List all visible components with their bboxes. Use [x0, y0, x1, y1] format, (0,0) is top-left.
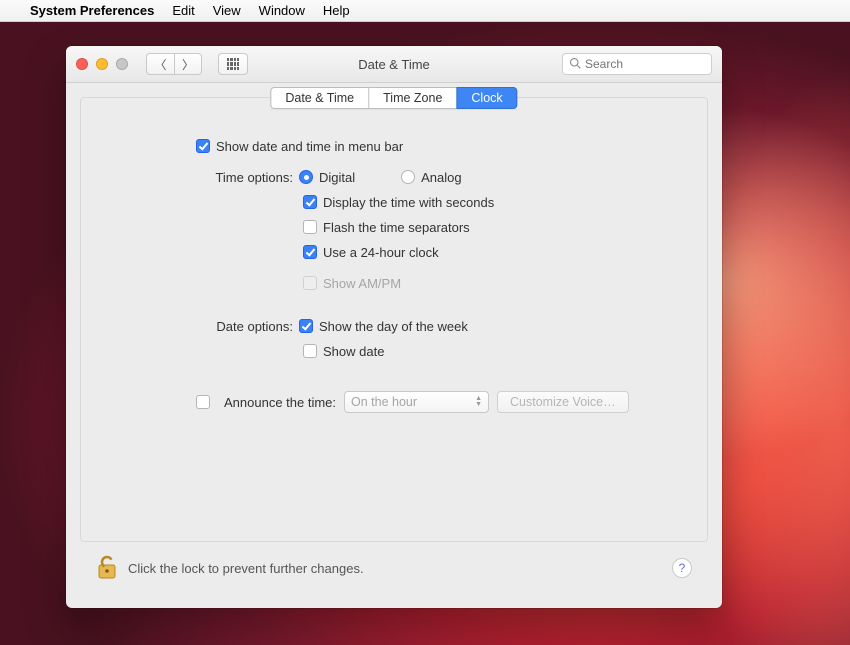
- grid-icon: [227, 58, 239, 70]
- tab-time-zone[interactable]: Time Zone: [369, 87, 456, 109]
- flash-separators-label: Flash the time separators: [323, 220, 470, 235]
- lock-icon[interactable]: [96, 553, 118, 584]
- minimize-button[interactable]: [96, 58, 108, 70]
- popup-arrows-icon: ▲▼: [475, 396, 482, 408]
- show-date-checkbox[interactable]: [303, 344, 317, 358]
- announce-interval-value: On the hour: [351, 395, 417, 409]
- window-controls: [76, 58, 128, 70]
- show-day-of-week-checkbox[interactable]: [299, 319, 313, 333]
- menubar: System Preferences Edit View Window Help: [0, 0, 850, 22]
- menubar-help[interactable]: Help: [323, 3, 350, 18]
- menubar-app-name[interactable]: System Preferences: [30, 3, 154, 18]
- use-24h-label: Use a 24-hour clock: [323, 245, 439, 260]
- tab-date-time[interactable]: Date & Time: [270, 87, 369, 109]
- time-options-label: Time options:: [101, 170, 299, 185]
- time-style-analog-label: Analog: [421, 170, 461, 185]
- announce-interval-popup: On the hour ▲▼: [344, 391, 489, 413]
- close-button[interactable]: [76, 58, 88, 70]
- menubar-edit[interactable]: Edit: [172, 3, 194, 18]
- search-field[interactable]: [562, 53, 712, 75]
- show-in-menubar-checkbox[interactable]: [196, 139, 210, 153]
- show-day-of-week-label: Show the day of the week: [319, 319, 468, 334]
- footer: Click the lock to prevent further change…: [80, 542, 708, 594]
- clock-form: Show date and time in menu bar Time opti…: [81, 98, 707, 433]
- back-button[interactable]: 〈: [146, 53, 174, 75]
- chevron-right-icon: 〉: [182, 56, 194, 73]
- lock-text: Click the lock to prevent further change…: [128, 561, 364, 576]
- titlebar: 〈 〉 Date & Time: [66, 46, 722, 83]
- show-date-label: Show date: [323, 344, 384, 359]
- chevron-left-icon: 〈: [154, 56, 166, 73]
- show-in-menubar-label: Show date and time in menu bar: [216, 139, 403, 154]
- time-style-digital-label: Digital: [319, 170, 355, 185]
- use-24h-checkbox[interactable]: [303, 245, 317, 259]
- menubar-window[interactable]: Window: [259, 3, 305, 18]
- date-options-label: Date options:: [101, 319, 299, 334]
- tab-clock[interactable]: Clock: [456, 87, 517, 109]
- customize-voice-button: Customize Voice…: [497, 391, 629, 413]
- help-button[interactable]: ?: [672, 558, 692, 578]
- forward-button[interactable]: 〉: [174, 53, 202, 75]
- announce-time-checkbox[interactable]: [196, 395, 210, 409]
- time-style-digital-radio[interactable]: [299, 170, 313, 184]
- time-style-analog-radio[interactable]: [401, 170, 415, 184]
- panel: Date & Time Time Zone Clock Show date an…: [80, 97, 708, 542]
- tabs: Date & Time Time Zone Clock: [270, 87, 517, 109]
- announce-time-label: Announce the time:: [224, 395, 336, 410]
- show-all-button[interactable]: [218, 53, 248, 75]
- search-icon: [569, 57, 581, 72]
- show-ampm-checkbox: [303, 276, 317, 290]
- zoom-button[interactable]: [116, 58, 128, 70]
- content-area: Date & Time Time Zone Clock Show date an…: [66, 83, 722, 608]
- display-seconds-label: Display the time with seconds: [323, 195, 494, 210]
- menubar-view[interactable]: View: [213, 3, 241, 18]
- preferences-window: 〈 〉 Date & Time Date & Time Time Zone Cl…: [66, 46, 722, 608]
- nav-back-forward: 〈 〉: [146, 53, 202, 75]
- flash-separators-checkbox[interactable]: [303, 220, 317, 234]
- help-icon: ?: [679, 561, 686, 575]
- search-input[interactable]: [585, 57, 740, 71]
- display-seconds-checkbox[interactable]: [303, 195, 317, 209]
- show-ampm-label: Show AM/PM: [323, 276, 401, 291]
